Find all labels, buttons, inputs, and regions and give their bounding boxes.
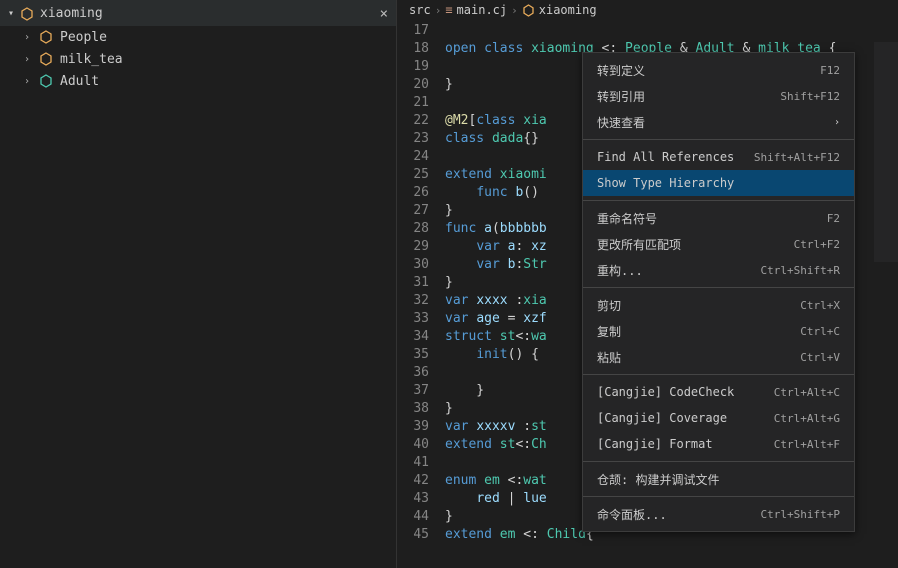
chevron-right-icon: › xyxy=(834,117,840,128)
menu-separator xyxy=(583,139,854,140)
crumb-file[interactable]: ≡ main.cj› xyxy=(445,3,521,17)
shortcut: Ctrl+V xyxy=(800,351,840,364)
menu-label: 命令面板... xyxy=(597,506,667,523)
menu-label: 复制 xyxy=(597,323,621,340)
menu-separator xyxy=(583,287,854,288)
outline-item-milk_tea[interactable]: › milk_tea xyxy=(0,48,396,70)
outline-item-adult[interactable]: › Adult xyxy=(0,70,396,92)
shortcut: Ctrl+Alt+C xyxy=(774,386,840,399)
menu-item[interactable]: [Cangjie] Coverage Ctrl+Alt+G xyxy=(583,405,854,431)
class-icon xyxy=(522,4,535,17)
shortcut: Shift+Alt+F12 xyxy=(754,151,840,164)
shortcut: F12 xyxy=(820,64,840,77)
class-icon xyxy=(20,7,34,21)
outline-item-label: People xyxy=(60,30,107,45)
shortcut: F2 xyxy=(827,212,840,225)
context-menu: 转到定义 F12 转到引用 Shift+F12 快速查看 › Find All Refere… xyxy=(582,52,855,532)
close-icon[interactable]: × xyxy=(380,6,388,22)
menu-item[interactable]: 复制 Ctrl+C xyxy=(583,318,854,344)
menu-item[interactable]: 重构... Ctrl+Shift+R xyxy=(583,257,854,283)
menu-label: 粘贴 xyxy=(597,349,621,366)
menu-item[interactable]: 转到定义 F12 xyxy=(583,57,854,83)
menu-separator xyxy=(583,496,854,497)
outline-header[interactable]: ▾ xiaoming × xyxy=(0,0,396,26)
menu-item[interactable]: 快速查看 › xyxy=(583,109,854,135)
chevron-right-icon: › xyxy=(24,54,34,65)
chevron-right-icon: › xyxy=(24,32,34,43)
chevron-down-icon: ▾ xyxy=(8,8,14,19)
shortcut: Ctrl+Alt+G xyxy=(774,412,840,425)
menu-item[interactable]: Show Type Hierarchy xyxy=(583,170,854,196)
menu-label: 转到定义 xyxy=(597,62,645,79)
class-icon xyxy=(38,52,54,66)
menu-label: 重命名符号 xyxy=(597,210,657,227)
shortcut: Ctrl+X xyxy=(800,299,840,312)
struct-icon xyxy=(38,74,54,88)
menu-label: Show Type Hierarchy xyxy=(597,176,734,190)
menu-separator xyxy=(583,200,854,201)
menu-item[interactable]: [Cangjie] Format Ctrl+Alt+F xyxy=(583,431,854,457)
menu-item[interactable]: 转到引用 Shift+F12 xyxy=(583,83,854,109)
class-icon xyxy=(38,30,54,44)
menu-label: 转到引用 xyxy=(597,88,645,105)
menu-item[interactable]: 粘贴 Ctrl+V xyxy=(583,344,854,370)
outline-item-label: milk_tea xyxy=(60,52,123,67)
chevron-right-icon: › xyxy=(24,76,34,87)
menu-label: 剪切 xyxy=(597,297,621,314)
outline-title: xiaoming xyxy=(40,6,103,21)
breadcrumbs[interactable]: src› ≡ main.cj› xiaoming xyxy=(397,0,898,20)
shortcut: Shift+F12 xyxy=(780,90,840,103)
menu-item[interactable]: 仓颉: 构建并调试文件 xyxy=(583,466,854,492)
menu-label: [Cangjie] Format xyxy=(597,437,713,451)
menu-item[interactable]: 更改所有匹配项 Ctrl+F2 xyxy=(583,231,854,257)
shortcut: Ctrl+C xyxy=(800,325,840,338)
outline-item-people[interactable]: › People xyxy=(0,26,396,48)
line-gutter: 1718192021222324252627282930313233343536… xyxy=(397,20,445,568)
menu-item[interactable]: Find All References Shift+Alt+F12 xyxy=(583,144,854,170)
menu-label: 重构... xyxy=(597,262,643,279)
menu-label: 仓颉: 构建并调试文件 xyxy=(597,471,719,488)
menu-item[interactable]: 命令面板... Ctrl+Shift+P xyxy=(583,501,854,527)
shortcut: Ctrl+Shift+P xyxy=(761,508,840,521)
menu-label: Find All References xyxy=(597,150,734,164)
menu-label: [Cangjie] Coverage xyxy=(597,411,727,425)
outline-tree: ▾ xiaoming × › People › milk_tea › Adult xyxy=(0,0,397,568)
outline-item-label: Adult xyxy=(60,74,99,89)
shortcut: Ctrl+Alt+F xyxy=(774,438,840,451)
menu-item[interactable]: [Cangjie] CodeCheck Ctrl+Alt+C xyxy=(583,379,854,405)
menu-item[interactable]: 重命名符号 F2 xyxy=(583,205,854,231)
menu-item[interactable]: 剪切 Ctrl+X xyxy=(583,292,854,318)
shortcut: Ctrl+F2 xyxy=(794,238,840,251)
menu-label: 快速查看 xyxy=(597,114,645,131)
menu-label: 更改所有匹配项 xyxy=(597,236,681,253)
crumb-folder[interactable]: src› xyxy=(409,3,445,17)
menu-label: [Cangjie] CodeCheck xyxy=(597,385,734,399)
menu-separator xyxy=(583,374,854,375)
crumb-symbol[interactable]: xiaoming xyxy=(522,3,597,17)
file-icon: ≡ xyxy=(445,3,452,17)
menu-separator xyxy=(583,461,854,462)
shortcut: Ctrl+Shift+R xyxy=(761,264,840,277)
